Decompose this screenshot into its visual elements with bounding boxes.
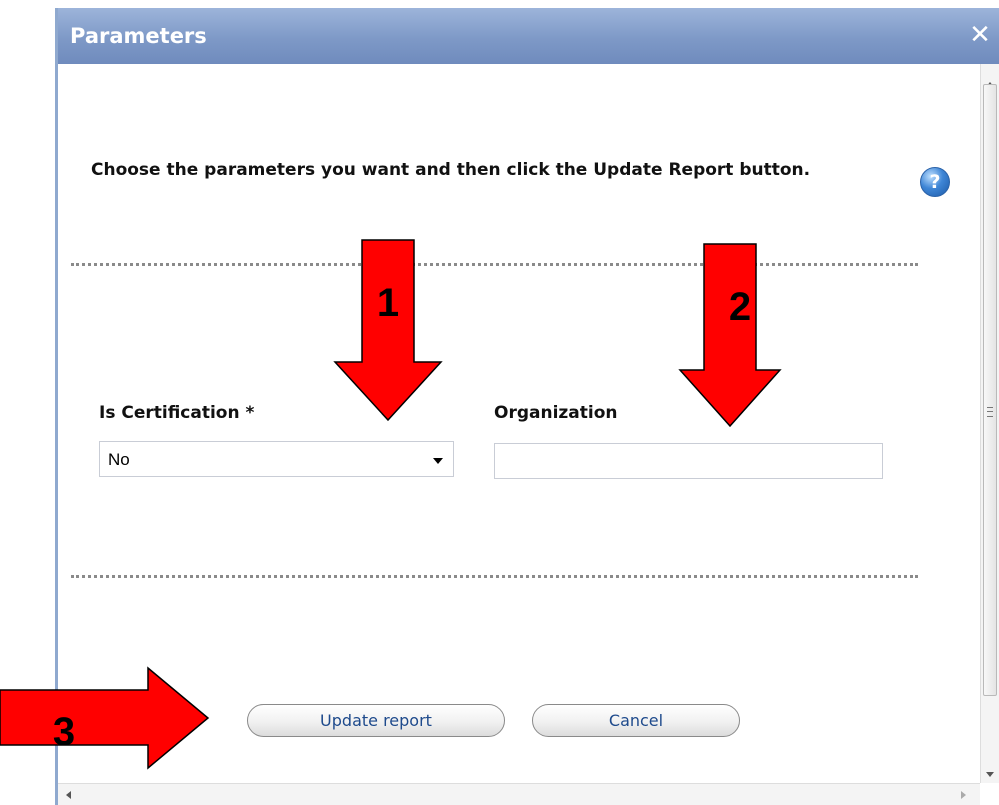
- instructions-text: Choose the parameters you want and then …: [91, 160, 811, 180]
- scroll-left-icon[interactable]: [66, 791, 71, 799]
- grip-icon: [987, 407, 993, 417]
- scroll-right-icon[interactable]: [961, 791, 966, 799]
- bottom-divider: [71, 575, 918, 578]
- vertical-scrollbar[interactable]: [980, 64, 999, 783]
- organization-input[interactable]: [494, 443, 883, 479]
- scroll-down-icon[interactable]: [986, 772, 994, 777]
- dialog-titlebar: Parameters ✕: [58, 8, 999, 64]
- parameters-dialog: Parameters ✕ Choose the parameters you w…: [55, 8, 999, 805]
- certification-select[interactable]: No: [99, 441, 454, 477]
- horizontal-scrollbar[interactable]: [58, 783, 980, 805]
- certification-select-value: No: [108, 450, 130, 469]
- update-report-button[interactable]: Update report: [247, 704, 505, 737]
- cancel-button[interactable]: Cancel: [532, 704, 740, 737]
- close-icon[interactable]: ✕: [965, 20, 995, 50]
- organization-label: Organization: [494, 403, 618, 423]
- certification-label: Is Certification *: [99, 403, 255, 423]
- help-icon[interactable]: ?: [920, 167, 950, 197]
- dropdown-arrow-icon: [433, 458, 443, 464]
- dialog-title: Parameters: [70, 24, 207, 48]
- vertical-scroll-thumb[interactable]: [983, 84, 997, 696]
- top-divider: [71, 263, 918, 266]
